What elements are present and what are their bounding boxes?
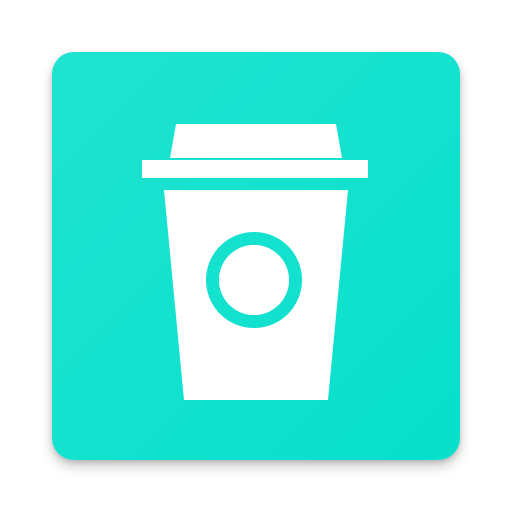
app-icon[interactable] [52, 52, 460, 460]
cup-lid-top [170, 124, 342, 158]
cup-lid-rim [142, 160, 368, 178]
coffee-cup-icon [52, 52, 460, 460]
cup-ring-center [219, 245, 289, 315]
canvas [0, 0, 512, 512]
